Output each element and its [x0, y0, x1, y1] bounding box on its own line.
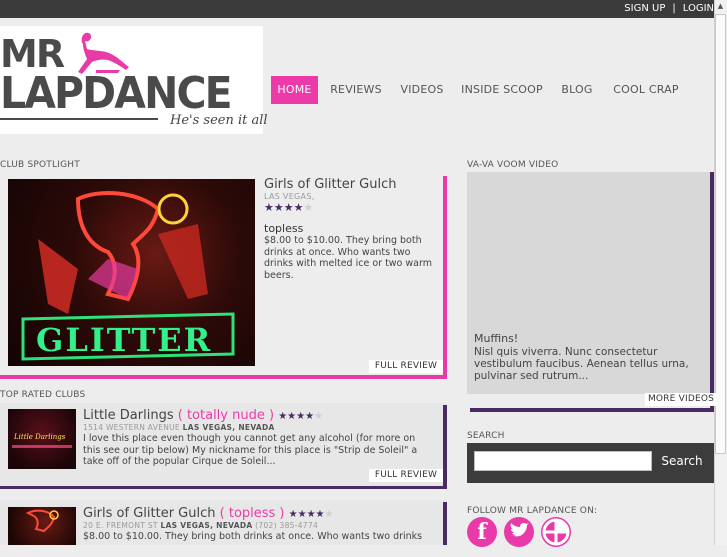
club-rating-stars: ★★★★★: [288, 509, 334, 520]
club-spotlight-heading: CLUB SPOTLIGHT: [0, 160, 80, 170]
club-full-review-button[interactable]: FULL REVIEW: [369, 469, 443, 482]
search-heading: SEARCH: [467, 431, 505, 441]
quadrant-logo-icon: [542, 518, 570, 546]
spotlight-rating-stars: ★★★★★: [264, 201, 314, 214]
link-separator: |: [672, 3, 676, 14]
club-type: ( totally nude ): [177, 408, 275, 423]
logo-text-lapdance: LAPDANCE: [0, 68, 233, 119]
logo-underline: [0, 118, 158, 120]
nav-blog[interactable]: BLOG: [558, 76, 596, 104]
club-photo[interactable]: Little Darlings: [8, 409, 76, 469]
club-address-city: LAS VEGAS, NEVADA: [160, 521, 253, 530]
video-border-bottom: [470, 408, 714, 412]
nav-inside-scoop[interactable]: INSIDE SCOOP: [460, 76, 544, 104]
video-border-right: [710, 172, 714, 412]
nav-cool-crap[interactable]: COOL CRAP: [610, 76, 682, 104]
logo-tagline: He's seen it all: [170, 113, 268, 128]
nav-reviews[interactable]: REVIEWS: [327, 76, 385, 104]
spotlight-border-bottom: [0, 375, 447, 379]
neon-cowgirl-sign-image: GLITTER: [21, 191, 235, 361]
club-name-text[interactable]: Little Darlings: [83, 408, 174, 423]
video-heading: VA-VA VOOM VIDEO: [467, 160, 559, 170]
video-title[interactable]: Muffins!: [474, 332, 518, 345]
nav-videos[interactable]: VIDEOS: [398, 76, 446, 104]
neon-sign-text: GLITTER: [36, 321, 212, 359]
top-rated-heading: TOP RATED CLUBS: [0, 390, 86, 400]
search-input[interactable]: [474, 451, 652, 471]
spotlight-location: LAS VEGAS,: [264, 192, 315, 201]
club-address-street: 1514 WESTERN AVENUE: [83, 423, 180, 432]
club-card-border-right: [443, 502, 447, 545]
club-address: 20 E. FREMONT ST LAS VEGAS, NEVADA (702)…: [83, 521, 318, 530]
club-card-border-bottom: [0, 486, 447, 489]
top-bar: SIGN UP | LOGIN: [0, 0, 714, 18]
signup-link[interactable]: SIGN UP: [624, 3, 665, 14]
club-address-city: LAS VEGAS, NEVADA: [182, 423, 275, 432]
scroll-up-arrow-icon[interactable]: ▲: [715, 1, 726, 12]
other-social-icon[interactable]: [541, 517, 571, 547]
club-card-border-right: [443, 405, 447, 488]
facebook-icon[interactable]: f: [467, 517, 497, 547]
follow-heading: FOLLOW MR LAPDANCE ON:: [467, 506, 598, 516]
club-rating-stars: ★★★★★: [278, 411, 324, 422]
club-description: $8.00 to $10.00. They bring both drinks …: [83, 531, 423, 542]
club-address-street: 20 E. FREMONT ST: [83, 521, 158, 530]
spotlight-description: $8.00 to $10.00. They bring both drinks …: [264, 235, 432, 282]
club-name[interactable]: Little Darlings ( totally nude ) ★★★★★: [83, 408, 323, 423]
club-name[interactable]: Girls of Glitter Gulch ( topless ) ★★★★★: [83, 506, 333, 521]
glitter-gulch-sign-image: [25, 509, 59, 533]
account-links: SIGN UP | LOGIN: [624, 3, 714, 14]
club-type: ( topless ): [219, 506, 285, 521]
dancer-silhouette-icon: [78, 32, 129, 74]
nav-home[interactable]: HOME: [271, 76, 318, 104]
login-link[interactable]: LOGIN: [683, 3, 714, 14]
scrollbar-thumb[interactable]: [715, 14, 726, 454]
spotlight-club-name[interactable]: Girls of Glitter Gulch: [264, 177, 397, 192]
club-photo-caption: Little Darlings: [13, 433, 66, 441]
club-address: 1514 WESTERN AVENUE LAS VEGAS, NEVADA: [83, 423, 275, 432]
twitter-bird-icon: [510, 523, 529, 537]
spotlight-photo[interactable]: GLITTER: [8, 179, 255, 366]
club-phone: (702) 385-4774: [255, 521, 319, 530]
twitter-icon[interactable]: [504, 517, 534, 547]
more-videos-button[interactable]: MORE VIDEOS: [645, 393, 717, 406]
spotlight-full-review-button[interactable]: FULL REVIEW: [369, 360, 443, 373]
spotlight-club-type: topless: [264, 222, 304, 235]
little-darlings-sign-image: Little Darlings: [12, 433, 72, 448]
spotlight-border-right: [443, 176, 447, 377]
club-name-text[interactable]: Girls of Glitter Gulch: [83, 506, 216, 521]
club-photo[interactable]: [8, 507, 76, 545]
club-description: I love this place even though you cannot…: [83, 433, 418, 468]
video-description: Nisl quis viverra. Nunc consectetur vest…: [474, 346, 689, 383]
search-button[interactable]: Search: [658, 451, 706, 471]
